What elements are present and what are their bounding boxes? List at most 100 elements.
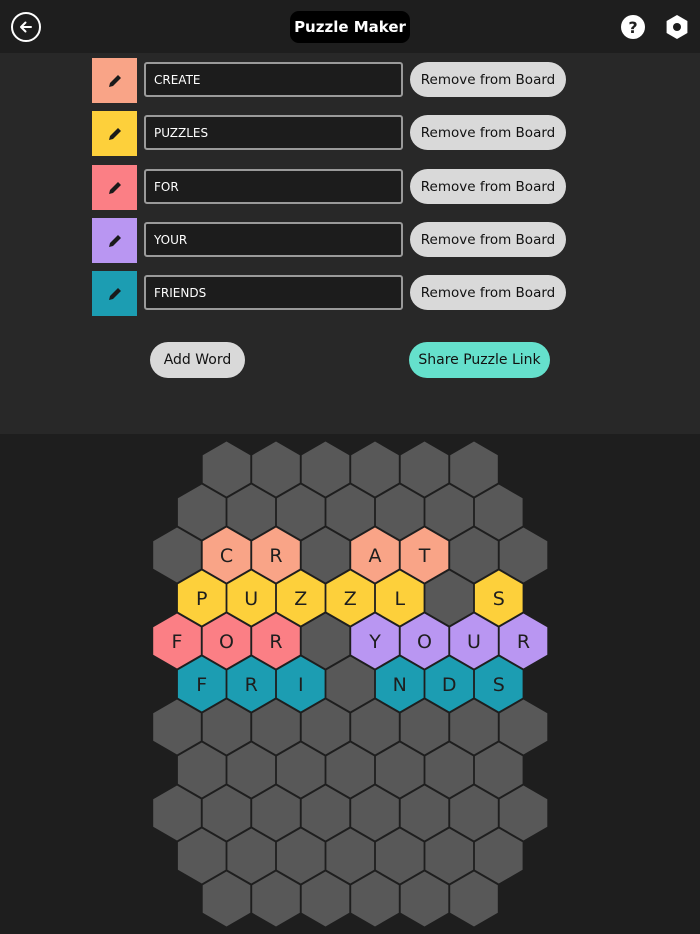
word-input[interactable] [144,115,403,150]
empty-hex-cell[interactable] [450,785,498,841]
empty-hex-cell[interactable] [326,656,375,712]
empty-hex-cell[interactable] [301,871,350,927]
word-color-swatch[interactable] [92,58,137,103]
empty-hex-cell[interactable] [400,785,449,841]
remove-from-board-button[interactable]: Remove from Board [410,115,566,150]
empty-hex-cell[interactable] [276,484,325,540]
empty-hex-cell[interactable] [252,699,300,755]
empty-hex-cell[interactable] [499,527,548,583]
empty-hex-cell[interactable] [474,484,523,540]
empty-hex-cell[interactable] [499,699,548,755]
add-word-button[interactable]: Add Word [150,342,245,378]
word-color-swatch[interactable] [92,111,137,156]
remove-from-board-button[interactable]: Remove from Board [410,62,566,97]
empty-hex-cell[interactable] [202,441,251,497]
empty-hex-cell[interactable] [450,699,498,755]
empty-hex-cell[interactable] [425,570,474,626]
empty-hex-cell[interactable] [326,484,375,540]
remove-from-board-button[interactable]: Remove from Board [410,222,566,257]
empty-hex-cell[interactable] [177,828,226,884]
top-bar: Puzzle Maker ? [0,0,700,53]
empty-hex-cell[interactable] [351,441,399,497]
empty-hex-cell[interactable] [474,742,523,798]
word-row: Remove from Board [92,218,566,264]
word-color-swatch[interactable] [92,165,137,210]
word-input[interactable] [144,275,403,310]
empty-hex-cell[interactable] [301,527,350,583]
pencil-icon [108,234,121,247]
hex-letter: Y [368,631,381,653]
empty-hex-cell[interactable] [202,871,251,927]
hex-letter: T [418,545,431,567]
hex-letter: Z [294,588,307,610]
empty-hex-cell[interactable] [375,484,424,540]
hex-letter: U [244,588,258,610]
empty-hex-cell[interactable] [252,871,300,927]
hexagon-gear-icon [666,15,688,39]
empty-hex-cell[interactable] [301,441,350,497]
hex-letter: F [172,631,183,653]
word-input[interactable] [144,62,403,97]
empty-hex-cell[interactable] [276,828,325,884]
word-input[interactable] [144,222,403,257]
empty-hex-cell[interactable] [351,871,399,927]
empty-hex-cell[interactable] [425,742,474,798]
hex-letter: I [298,674,304,696]
hex-letter: C [220,545,233,567]
word-row: Remove from Board [92,111,566,157]
hex-letter: D [442,674,457,696]
empty-hex-cell[interactable] [301,785,350,841]
empty-hex-cell[interactable] [450,441,498,497]
empty-hex-cell[interactable] [301,699,350,755]
empty-hex-cell[interactable] [177,742,226,798]
remove-from-board-button[interactable]: Remove from Board [410,275,566,310]
empty-hex-cell[interactable] [227,828,276,884]
empty-hex-cell[interactable] [227,484,276,540]
hex-letter: Z [344,588,357,610]
empty-hex-cell[interactable] [450,871,498,927]
pencil-icon [108,74,121,87]
empty-hex-cell[interactable] [351,699,399,755]
empty-hex-cell[interactable] [276,742,325,798]
empty-hex-cell[interactable] [474,828,523,884]
empty-hex-cell[interactable] [375,742,424,798]
empty-hex-cell[interactable] [252,785,300,841]
page-title: Puzzle Maker [290,11,410,43]
empty-hex-cell[interactable] [227,742,276,798]
help-button[interactable]: ? [621,15,645,39]
empty-hex-cell[interactable] [326,742,375,798]
empty-hex-cell[interactable] [351,785,399,841]
empty-hex-cell[interactable] [153,699,201,755]
empty-hex-cell[interactable] [400,871,449,927]
empty-hex-cell[interactable] [400,441,449,497]
empty-hex-cell[interactable] [153,785,201,841]
empty-hex-cell[interactable] [301,613,350,669]
empty-hex-cell[interactable] [202,699,251,755]
empty-hex-cell[interactable] [499,785,548,841]
hex-letter: S [493,588,505,610]
share-puzzle-link-button[interactable]: Share Puzzle Link [409,342,550,378]
empty-hex-cell[interactable] [202,785,251,841]
empty-hex-cell[interactable] [400,699,449,755]
word-editor: Remove from Board Remove from Board Remove… [0,53,700,434]
word-row: Remove from Board [92,58,566,104]
empty-hex-cell[interactable] [326,828,375,884]
pencil-icon [108,127,121,140]
empty-hex-cell[interactable] [153,527,201,583]
empty-hex-cell[interactable] [425,828,474,884]
back-button[interactable] [11,12,41,42]
word-input[interactable] [144,169,403,204]
remove-from-board-button[interactable]: Remove from Board [410,169,566,204]
empty-hex-cell[interactable] [450,527,498,583]
hex-letter: O [219,631,234,653]
empty-hex-cell[interactable] [425,484,474,540]
empty-hex-cell[interactable] [375,828,424,884]
hex-letter: A [369,545,382,567]
word-color-swatch[interactable] [92,218,137,263]
empty-hex-cell[interactable] [177,484,226,540]
settings-button[interactable] [664,14,690,40]
hex-letter: R [517,631,530,653]
word-row: Remove from Board [92,271,566,317]
word-color-swatch[interactable] [92,271,137,316]
empty-hex-cell[interactable] [252,441,300,497]
